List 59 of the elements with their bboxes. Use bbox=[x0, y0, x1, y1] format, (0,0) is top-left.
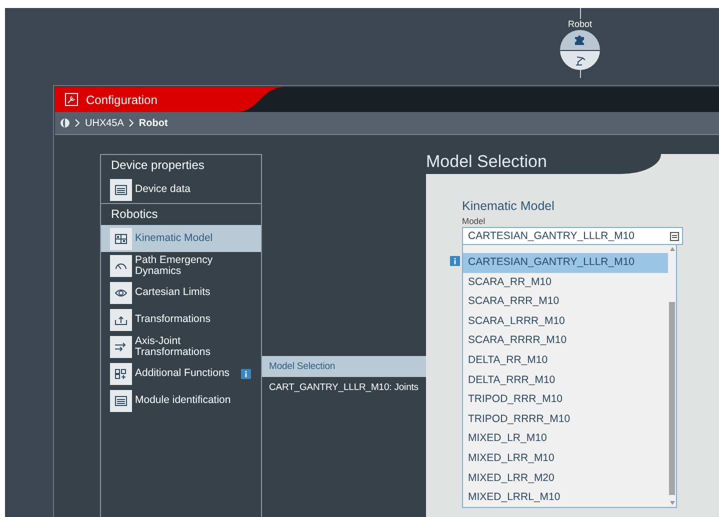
dropdown-option[interactable]: SCARA_RRR_M10 bbox=[463, 292, 668, 312]
arrows-icon bbox=[115, 342, 127, 352]
list-icon bbox=[115, 396, 127, 406]
robot-arm-icon bbox=[574, 54, 586, 66]
dropdown-option[interactable]: SCARA_LRRR_M10 bbox=[463, 312, 668, 332]
grid-icon bbox=[115, 234, 127, 244]
dropdown-option[interactable]: CARTESIAN_GANTRY_LLLR_M10 bbox=[463, 253, 668, 273]
sidebar-item[interactable]: Additional Functions bbox=[101, 360, 261, 387]
item-label: Additional Functions bbox=[135, 368, 230, 379]
sidebar-item[interactable]: Cartesian Limits bbox=[101, 279, 261, 306]
sidebar-item[interactable]: Axis-Joint Transformations bbox=[101, 333, 261, 360]
panel-heading: Model Selection bbox=[426, 154, 661, 174]
dropdown-option[interactable]: MIXED_LRR_M20 bbox=[463, 468, 668, 488]
item-label: Path Emergency Dynamics bbox=[135, 254, 214, 276]
item-label: Device data bbox=[135, 184, 190, 195]
subnav-item[interactable]: CART_GANTRY_LLLR_M10: Joints bbox=[262, 377, 426, 398]
eye-icon bbox=[115, 288, 127, 298]
dropdown-option[interactable]: TRIPOD_RRRR_M10 bbox=[463, 410, 668, 430]
dropdown-option[interactable]: TRIPOD_RRR_M10 bbox=[463, 390, 668, 410]
dropdown-option[interactable]: SCARA_RRRR_M10 bbox=[463, 331, 668, 351]
dropdown-value: CARTESIAN_GANTRY_LLLR_M10 bbox=[468, 230, 636, 242]
dropdown-option[interactable]: MIXED_LRRL_M10 bbox=[463, 488, 668, 507]
grid-plus-icon bbox=[115, 368, 127, 378]
info-icon[interactable] bbox=[241, 368, 251, 378]
gauge-icon bbox=[115, 260, 127, 270]
item-label: Cartesian Limits bbox=[135, 287, 210, 298]
tray-arrow-icon bbox=[115, 314, 127, 324]
subnav-item[interactable]: Model Selection bbox=[262, 356, 426, 377]
sidebar-item[interactable]: Device data bbox=[101, 176, 261, 203]
sidebar-item[interactable]: Path Emergency Dynamics bbox=[101, 252, 261, 279]
field-label: Model bbox=[462, 216, 486, 226]
sidebar-item[interactable]: Module identification bbox=[101, 387, 261, 414]
group-header: Device properties bbox=[110, 157, 206, 174]
dropdown-option[interactable]: SCARA_RR_M10 bbox=[463, 272, 668, 292]
breadcrumb-link[interactable]: Robot bbox=[138, 118, 168, 128]
chevron-icon bbox=[75, 119, 80, 127]
breadcrumb-link[interactable]: UHX45A bbox=[85, 118, 124, 128]
dropdown-option[interactable]: DELTA_RRR_M10 bbox=[463, 370, 668, 390]
list-icon bbox=[115, 184, 127, 194]
section-title: Kinematic Model bbox=[462, 199, 556, 213]
scroll-up-icon[interactable] bbox=[670, 247, 674, 251]
item-label: Transformations bbox=[135, 314, 210, 325]
dropdown-option[interactable]: DELTA_RR_M10 bbox=[463, 350, 668, 371]
scroll-down-icon[interactable] bbox=[670, 501, 674, 505]
item-label: Kinematic Model bbox=[135, 233, 213, 244]
puzzle-icon bbox=[574, 34, 586, 46]
sidebar-item[interactable]: Transformations bbox=[101, 306, 261, 333]
item-label: Module identification bbox=[135, 395, 231, 406]
dropdown-icon bbox=[670, 232, 679, 240]
robot-node[interactable] bbox=[560, 30, 600, 70]
item-label: Axis-Joint Transformations bbox=[135, 336, 212, 358]
node-label: Robot bbox=[568, 19, 592, 30]
chevron-icon bbox=[128, 119, 134, 127]
scrollbar[interactable] bbox=[668, 245, 676, 507]
dropdown-option[interactable]: MIXED_LRR_M10 bbox=[463, 448, 668, 469]
dropdown-option[interactable]: MIXED_LR_M10 bbox=[463, 429, 668, 449]
window-title: Configuration bbox=[86, 92, 158, 106]
sidebar-item[interactable]: Kinematic Model bbox=[101, 225, 261, 252]
model-dropdown[interactable]: CARTESIAN_GANTRY_LLLR_M10 bbox=[462, 227, 683, 245]
